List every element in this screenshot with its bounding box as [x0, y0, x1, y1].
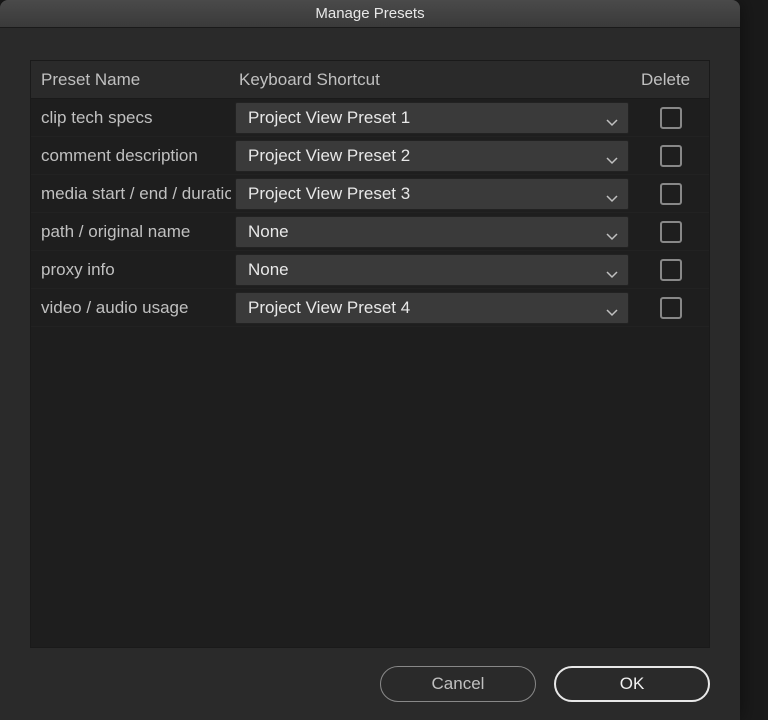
shortcut-dropdown[interactable]: None — [235, 216, 629, 248]
preset-name-cell: proxy info — [31, 260, 231, 280]
shortcut-cell: None — [231, 216, 633, 248]
shortcut-dropdown[interactable]: Project View Preset 3 — [235, 178, 629, 210]
shortcut-dropdown[interactable]: Project View Preset 1 — [235, 102, 629, 134]
button-row: Cancel OK — [0, 648, 740, 720]
dropdown-value: None — [248, 222, 289, 242]
preset-name-cell: path / original name — [31, 222, 231, 242]
presets-table: Preset Name Keyboard Shortcut Delete cli… — [30, 60, 710, 648]
table-header: Preset Name Keyboard Shortcut Delete — [31, 61, 709, 99]
delete-checkbox[interactable] — [660, 259, 682, 281]
dialog-title: Manage Presets — [315, 5, 424, 22]
ok-button[interactable]: OK — [554, 666, 710, 702]
preset-name-cell: media start / end / duration — [31, 184, 231, 204]
column-header-name: Preset Name — [31, 70, 231, 90]
shortcut-cell: Project View Preset 4 — [231, 292, 633, 324]
table-row: media start / end / duration Project Vie… — [31, 175, 709, 213]
chevron-down-icon — [606, 114, 618, 122]
table-row: proxy info None — [31, 251, 709, 289]
delete-checkbox[interactable] — [660, 297, 682, 319]
chevron-down-icon — [606, 266, 618, 274]
shortcut-dropdown[interactable]: Project View Preset 2 — [235, 140, 629, 172]
dropdown-value: Project View Preset 4 — [248, 298, 410, 318]
table-row: path / original name None — [31, 213, 709, 251]
manage-presets-dialog: Manage Presets Preset Name Keyboard Shor… — [0, 0, 740, 720]
table-row: comment description Project View Preset … — [31, 137, 709, 175]
column-header-shortcut: Keyboard Shortcut — [231, 70, 633, 90]
shortcut-dropdown[interactable]: Project View Preset 4 — [235, 292, 629, 324]
shortcut-cell: Project View Preset 3 — [231, 178, 633, 210]
dropdown-value: Project View Preset 2 — [248, 146, 410, 166]
delete-checkbox[interactable] — [660, 145, 682, 167]
column-header-delete: Delete — [633, 70, 709, 90]
table-body: clip tech specs Project View Preset 1 co… — [31, 99, 709, 647]
preset-name-cell: video / audio usage — [31, 298, 231, 318]
shortcut-cell: None — [231, 254, 633, 286]
delete-checkbox[interactable] — [660, 221, 682, 243]
delete-cell — [633, 183, 709, 205]
dropdown-value: Project View Preset 1 — [248, 108, 410, 128]
table-row: video / audio usage Project View Preset … — [31, 289, 709, 327]
preset-name-cell: clip tech specs — [31, 108, 231, 128]
chevron-down-icon — [606, 228, 618, 236]
dropdown-value: Project View Preset 3 — [248, 184, 410, 204]
chevron-down-icon — [606, 190, 618, 198]
delete-cell — [633, 221, 709, 243]
delete-cell — [633, 259, 709, 281]
shortcut-cell: Project View Preset 2 — [231, 140, 633, 172]
preset-name-cell: comment description — [31, 146, 231, 166]
cancel-button[interactable]: Cancel — [380, 666, 536, 702]
dropdown-value: None — [248, 260, 289, 280]
shortcut-dropdown[interactable]: None — [235, 254, 629, 286]
chevron-down-icon — [606, 304, 618, 312]
delete-checkbox[interactable] — [660, 183, 682, 205]
shortcut-cell: Project View Preset 1 — [231, 102, 633, 134]
delete-checkbox[interactable] — [660, 107, 682, 129]
delete-cell — [633, 107, 709, 129]
delete-cell — [633, 145, 709, 167]
content-area: Preset Name Keyboard Shortcut Delete cli… — [0, 28, 740, 648]
chevron-down-icon — [606, 152, 618, 160]
delete-cell — [633, 297, 709, 319]
table-row: clip tech specs Project View Preset 1 — [31, 99, 709, 137]
title-bar: Manage Presets — [0, 0, 740, 28]
